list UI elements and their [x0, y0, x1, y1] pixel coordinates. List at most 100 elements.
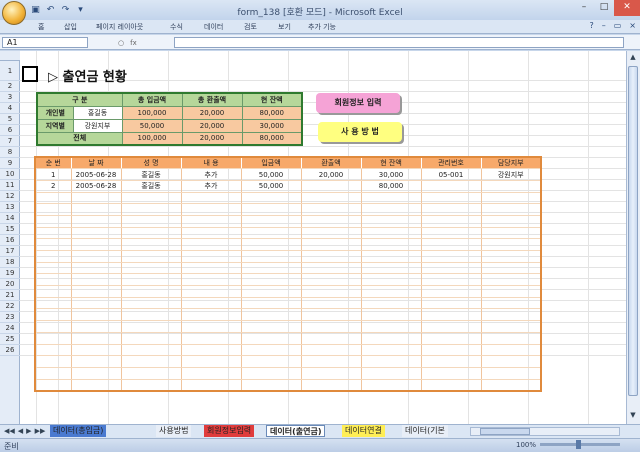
table-cell[interactable] — [481, 379, 542, 392]
table-cell[interactable] — [421, 344, 482, 357]
selected-cell[interactable] — [22, 66, 38, 82]
row-header[interactable]: 21 — [0, 290, 20, 301]
table-cell[interactable] — [71, 332, 122, 345]
close-button[interactable]: ✕ — [614, 0, 640, 16]
tab-data[interactable]: 데이터 — [204, 22, 223, 32]
table-cell[interactable] — [361, 192, 422, 205]
table-cell[interactable] — [121, 367, 182, 380]
table-cell[interactable] — [181, 215, 242, 228]
next-sheet-icon[interactable]: ▶ — [26, 427, 31, 435]
table-cell[interactable] — [121, 355, 182, 368]
table-cell[interactable] — [121, 262, 182, 275]
table-cell[interactable]: 2005-06-28 — [71, 168, 122, 181]
table-cell[interactable] — [361, 262, 422, 275]
table-cell[interactable] — [35, 297, 72, 310]
table-cell[interactable] — [71, 308, 122, 322]
table-cell[interactable] — [301, 203, 362, 216]
table-cell[interactable] — [241, 203, 302, 216]
tab-view[interactable]: 보기 — [278, 22, 291, 32]
table-cell[interactable] — [481, 215, 542, 228]
table-cell[interactable] — [181, 238, 242, 251]
table-cell[interactable] — [71, 262, 122, 275]
table-cell[interactable] — [35, 379, 72, 392]
zoom-level[interactable]: 100% — [516, 441, 536, 449]
row-header[interactable]: 12 — [0, 191, 20, 202]
sheet-tab[interactable]: 데이터(기본 — [402, 425, 448, 437]
table-cell[interactable] — [181, 355, 242, 368]
table-cell[interactable] — [121, 227, 182, 240]
table-cell[interactable]: 강원지부 — [481, 168, 542, 181]
table-cell[interactable] — [181, 379, 242, 392]
table-cell[interactable] — [301, 320, 362, 333]
office-button[interactable] — [2, 1, 26, 25]
table-cell[interactable] — [71, 344, 122, 357]
table-cell[interactable] — [241, 308, 302, 322]
table-cell[interactable] — [181, 367, 242, 380]
table-cell[interactable] — [301, 332, 362, 345]
scroll-up-icon[interactable]: ▲ — [627, 52, 639, 62]
row-header[interactable]: 25 — [0, 334, 20, 345]
table-cell[interactable]: 20,000 — [301, 168, 362, 181]
table-cell[interactable]: 추가 — [181, 168, 242, 181]
table-cell[interactable] — [481, 203, 542, 216]
table-cell[interactable] — [481, 227, 542, 240]
table-cell[interactable] — [181, 203, 242, 216]
table-cell[interactable] — [301, 192, 362, 205]
table-cell[interactable] — [421, 180, 482, 193]
maximize-button[interactable]: □ — [594, 0, 614, 16]
table-cell[interactable] — [361, 215, 422, 228]
table-cell[interactable] — [35, 308, 72, 322]
row-header[interactable]: 19 — [0, 268, 20, 279]
table-cell[interactable] — [421, 273, 482, 287]
table-cell[interactable] — [35, 273, 72, 287]
table-cell[interactable] — [421, 285, 482, 298]
table-cell[interactable] — [421, 250, 482, 263]
row-header[interactable]: 16 — [0, 235, 20, 246]
table-cell[interactable] — [35, 238, 72, 251]
table-cell[interactable] — [361, 355, 422, 368]
sheet-tab[interactable]: 데이터(출연금) — [266, 425, 326, 437]
table-cell[interactable]: 50,000 — [241, 180, 302, 193]
table-cell[interactable]: 홍길동 — [121, 168, 182, 181]
table-cell[interactable] — [481, 355, 542, 368]
table-cell[interactable] — [481, 180, 542, 193]
table-cell[interactable] — [361, 297, 422, 310]
minimize-button[interactable]: – — [574, 0, 594, 16]
table-cell[interactable] — [301, 250, 362, 263]
cancel-icon[interactable]: ○ — [118, 39, 124, 47]
table-cell[interactable] — [301, 262, 362, 275]
help-icon[interactable]: ? — [589, 21, 593, 30]
table-cell[interactable] — [241, 344, 302, 357]
table-cell[interactable] — [361, 367, 422, 380]
last-sheet-icon[interactable]: ▶▶ — [35, 427, 46, 435]
table-cell[interactable] — [71, 320, 122, 333]
row-header[interactable]: 13 — [0, 202, 20, 213]
row-header[interactable]: 22 — [0, 301, 20, 312]
table-cell[interactable]: 80,000 — [361, 180, 422, 193]
table-cell[interactable] — [421, 367, 482, 380]
zoom-slider-knob[interactable] — [576, 440, 581, 449]
table-cell[interactable] — [361, 344, 422, 357]
table-cell[interactable] — [35, 192, 72, 205]
row-header[interactable]: 20 — [0, 279, 20, 290]
table-cell[interactable] — [35, 227, 72, 240]
formula-input[interactable] — [174, 37, 624, 48]
table-cell[interactable] — [421, 297, 482, 310]
table-cell[interactable] — [481, 308, 542, 322]
table-cell[interactable] — [35, 344, 72, 357]
row-header[interactable]: 6 — [0, 125, 20, 136]
table-cell[interactable] — [181, 285, 242, 298]
table-cell[interactable] — [241, 192, 302, 205]
table-cell[interactable] — [121, 238, 182, 251]
table-cell[interactable] — [71, 227, 122, 240]
how-to-use-button[interactable]: 사 용 방 법 — [318, 122, 402, 142]
vertical-scroll-thumb[interactable] — [628, 66, 638, 396]
row-header[interactable]: 23 — [0, 312, 20, 323]
table-cell[interactable] — [301, 297, 362, 310]
row-header[interactable]: 10 — [0, 169, 20, 180]
table-cell[interactable] — [421, 238, 482, 251]
row-header[interactable]: 18 — [0, 257, 20, 268]
table-cell[interactable] — [181, 344, 242, 357]
table-cell[interactable] — [71, 192, 122, 205]
table-cell[interactable] — [121, 344, 182, 357]
